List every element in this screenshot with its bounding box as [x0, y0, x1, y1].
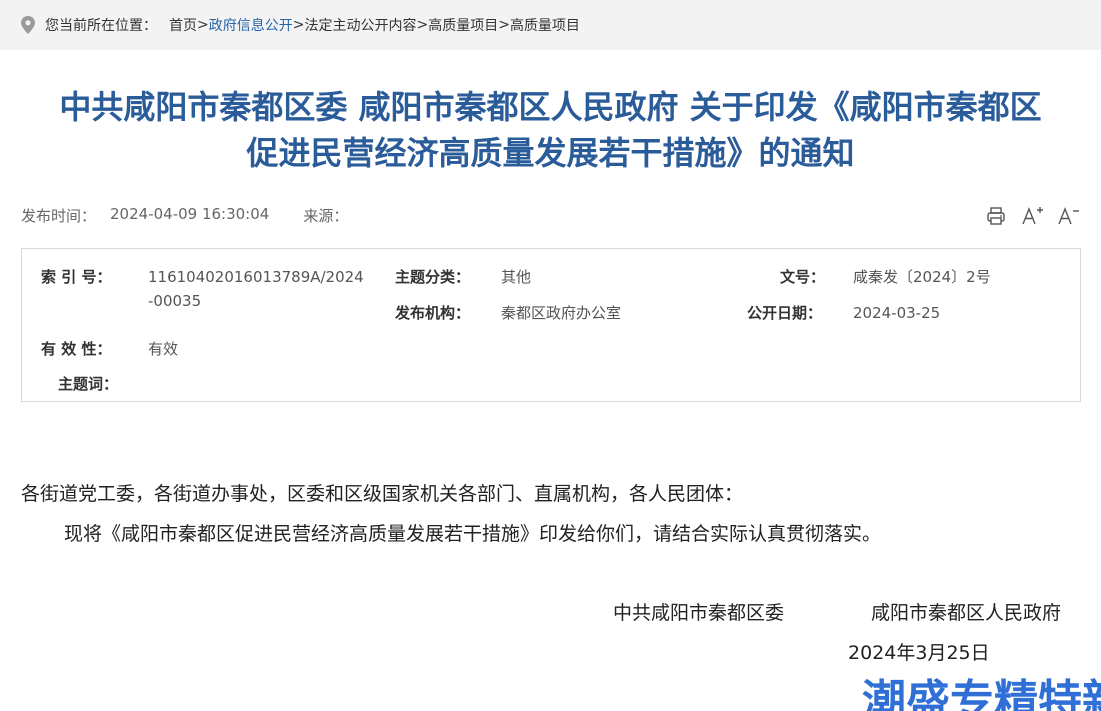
- breadcrumb-statutory[interactable]: 法定主动公开内容: [304, 15, 416, 35]
- location-pin-icon: [21, 16, 35, 34]
- document-info-box: 索 引 号： 11610402016013789A/2024 -00035 主题…: [21, 248, 1081, 402]
- signature-party-committee: 中共咸阳市秦都区委: [613, 602, 785, 624]
- topic-category-label: 主题分类：: [395, 268, 471, 286]
- signature-date: 2024年3月25日: [848, 642, 990, 664]
- watermark-logo: 潮盛专精特新: [862, 676, 1101, 711]
- font-increase-icon[interactable]: [1021, 205, 1043, 227]
- font-decrease-icon[interactable]: [1057, 205, 1079, 227]
- publish-time-value: 2024-04-09 16:30:04: [110, 205, 270, 223]
- document-number-value: 咸秦发〔2024〕2号: [853, 268, 991, 286]
- breadcrumb-high-quality[interactable]: 高质量项目: [428, 15, 498, 35]
- breadcrumb-separator: >: [416, 17, 429, 33]
- keywords-label: 主题词：: [58, 375, 119, 393]
- breadcrumb-high-quality-current[interactable]: 高质量项目: [510, 15, 580, 35]
- article-tools: [985, 205, 1079, 227]
- index-number-value-line1: 11610402016013789A/2024: [148, 268, 364, 286]
- breadcrumb: 您当前所在位置： 首页 > 政府信息公开 > 法定主动公开内容 > 高质量项目 …: [0, 0, 1101, 50]
- publish-meta: 发布时间： 2024-04-09 16:30:04 来源：: [21, 205, 348, 226]
- source-label: 来源：: [303, 207, 349, 225]
- publish-time-label: 发布时间：: [21, 207, 97, 225]
- page-title-line2: 促进民营经济高质量发展若干措施》的通知: [246, 134, 855, 172]
- signature-government: 咸阳市秦都区人民政府: [871, 602, 1062, 624]
- topic-category-value: 其他: [501, 268, 532, 286]
- breadcrumb-separator: >: [498, 17, 510, 33]
- publishing-org-label: 发布机构：: [395, 304, 471, 322]
- breadcrumb-separator: >: [292, 17, 305, 33]
- index-number-value-line2: -00035: [148, 292, 202, 310]
- validity-label: 有 效 性：: [41, 340, 112, 358]
- breadcrumb-gov-info[interactable]: 政府信息公开: [209, 15, 293, 35]
- breadcrumb-separator: >: [197, 17, 209, 33]
- public-date-label: 公开日期：: [747, 304, 823, 322]
- body-paragraph: 现将《咸阳市秦都区促进民营经济高质量发展若干措施》印发给你们，请结合实际认真贯彻…: [64, 523, 882, 545]
- page-title-line1: 中共咸阳市秦都区委 咸阳市秦都区人民政府 关于印发《咸阳市秦都区: [59, 88, 1042, 126]
- public-date-value: 2024-03-25: [853, 304, 941, 322]
- index-number-value: 11610402016013789A/2024 -00035: [148, 265, 364, 313]
- page-title: 中共咸阳市秦都区委 咸阳市秦都区人民政府 关于印发《咸阳市秦都区 促进民营经济高…: [20, 84, 1081, 176]
- validity-value: 有效: [148, 340, 179, 358]
- watermark-text: 潮盛专精特新: [862, 676, 1101, 711]
- publishing-org-value: 秦都区政府办公室: [501, 304, 622, 322]
- salutation: 各街道党工委，各街道办事处，区委和区级国家机关各部门、直属机构，各人民团体：: [21, 483, 744, 505]
- breadcrumb-home[interactable]: 首页: [169, 15, 197, 35]
- index-number-label: 索 引 号：: [41, 268, 112, 286]
- document-number-label: 文号：: [780, 268, 826, 286]
- breadcrumb-prefix: 您当前所在位置：: [45, 18, 157, 34]
- print-icon[interactable]: [985, 205, 1007, 227]
